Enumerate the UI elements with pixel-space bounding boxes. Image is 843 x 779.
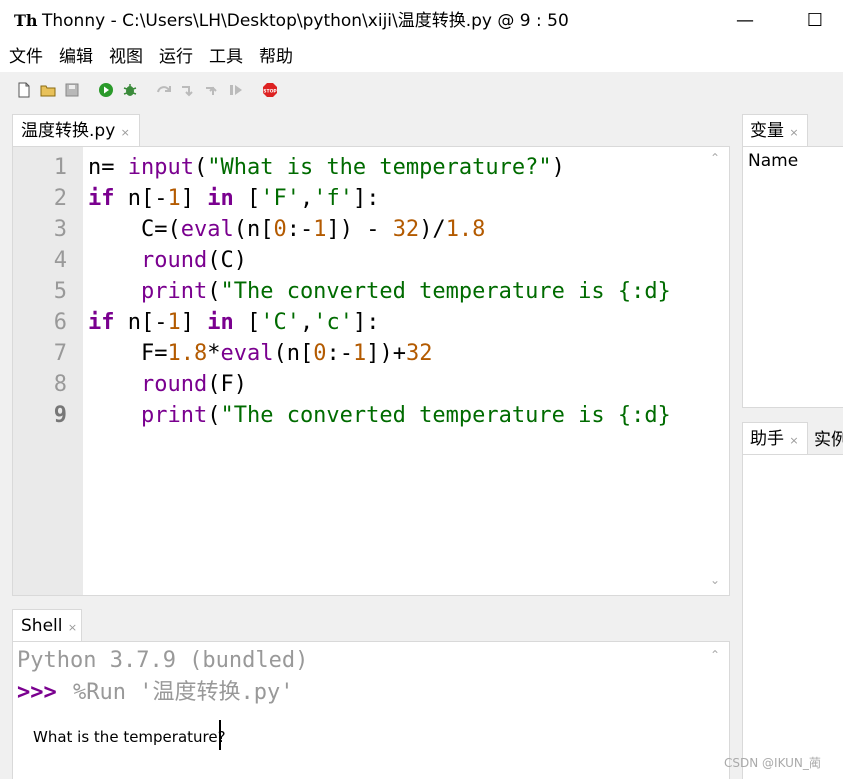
variables-tab-close-icon[interactable]: × [789,126,798,139]
line-number-current: 9 [53,403,67,428]
code-line: round(C) [140,248,247,273]
new-file-icon[interactable] [16,82,32,98]
code-line: if n[-1] in ['F','f']: [88,186,380,211]
thonny-app-icon: Th [14,11,38,30]
code-line: if n[-1] in ['C','c']: [88,310,380,335]
minimize-button[interactable]: — [725,6,765,36]
code-line: n= input("What is the temperature?") [88,155,565,180]
open-file-icon[interactable] [40,82,56,98]
code-line: print("The converted temperature is {:d} [140,403,671,428]
editor-scroll-up-icon[interactable]: ⌃ [707,151,723,167]
line-number: 4 [53,248,67,273]
code-editor[interactable]: 1 2 3 4 5 6 7 8 9 n= input("What is the … [12,146,730,596]
stop-icon[interactable]: STOP [262,82,278,98]
editor-tab[interactable]: 温度转换.py × [12,114,140,146]
debug-icon[interactable] [122,82,138,98]
menu-help[interactable]: 帮助 [259,45,293,69]
title-bar: Th Thonny - C:\Users\LH\Desktop\python\x… [0,0,843,42]
examples-tab[interactable]: 实例 [808,424,843,454]
shell-tab-close-icon[interactable]: × [68,621,77,634]
code-area[interactable]: n= input("What is the temperature?") if … [88,152,705,431]
step-over-icon[interactable] [156,82,172,98]
code-line: round(F) [140,372,247,397]
resume-icon[interactable] [228,82,244,98]
shell-prompt: >>> [17,680,57,705]
run-icon[interactable] [98,82,114,98]
watermark: CSDN @IKUN_蔺 [724,756,821,770]
toolbar: STOP [0,72,843,108]
variables-tab-label: 变量 [750,121,784,141]
line-number-gutter: 1 2 3 4 5 6 7 8 9 [13,147,83,595]
stop-icon-label: STOP [263,89,277,95]
menu-view[interactable]: 视图 [109,45,143,69]
shell-tab-label: Shell [21,616,63,636]
menu-tools[interactable]: 工具 [209,45,243,69]
line-number: 2 [53,186,67,211]
menu-bar: 文件 编辑 视图 运行 工具 帮助 [0,42,843,72]
variables-panel: Name [742,146,843,408]
line-number: 8 [53,372,67,397]
menu-file[interactable]: 文件 [9,45,43,69]
assistant-tab[interactable]: 助手 × [742,422,808,454]
step-out-icon[interactable] [204,82,220,98]
line-number: 3 [53,217,67,242]
assistant-panel [742,454,843,779]
shell-output: What is the temperature? [33,728,226,746]
line-number: 5 [53,279,67,304]
editor-scroll-down-icon[interactable]: ⌄ [707,573,723,589]
shell-command: %Run '温度转换.py' [73,680,294,705]
line-number: 6 [53,310,67,335]
code-line: C=(eval(n[0:-1]) - 32)/1.8 [88,217,486,242]
variables-column-name[interactable]: Name [748,149,798,173]
code-line: F=1.8*eval(n[0:-1])+32 [88,341,433,366]
examples-tab-label: 实例 [814,430,843,450]
variables-tab[interactable]: 变量 × [742,114,808,146]
shell-tab[interactable]: Shell × [12,609,82,641]
assistant-tab-close-icon[interactable]: × [789,434,798,447]
window-title: Thonny - C:\Users\LH\Desktop\python\xiji… [42,11,569,31]
step-into-icon[interactable] [180,82,196,98]
text-cursor [219,720,221,750]
save-icon[interactable] [64,82,80,98]
maximize-button[interactable]: ☐ [795,6,835,36]
shell-panel[interactable]: Python 3.7.9 (bundled) >>> %Run '温度转换.py… [12,641,730,779]
menu-edit[interactable]: 编辑 [59,45,93,69]
editor-tab-close-icon[interactable]: × [121,126,130,139]
assistant-tab-label: 助手 [750,429,784,449]
menu-run[interactable]: 运行 [159,45,193,69]
shell-scroll-up-icon[interactable]: ⌃ [707,648,723,664]
editor-tab-label: 温度转换.py [21,121,116,141]
code-line: print("The converted temperature is {:d} [140,279,671,304]
shell-banner: Python 3.7.9 (bundled) [17,648,309,673]
line-number: 7 [53,341,67,366]
line-number: 1 [53,155,67,180]
